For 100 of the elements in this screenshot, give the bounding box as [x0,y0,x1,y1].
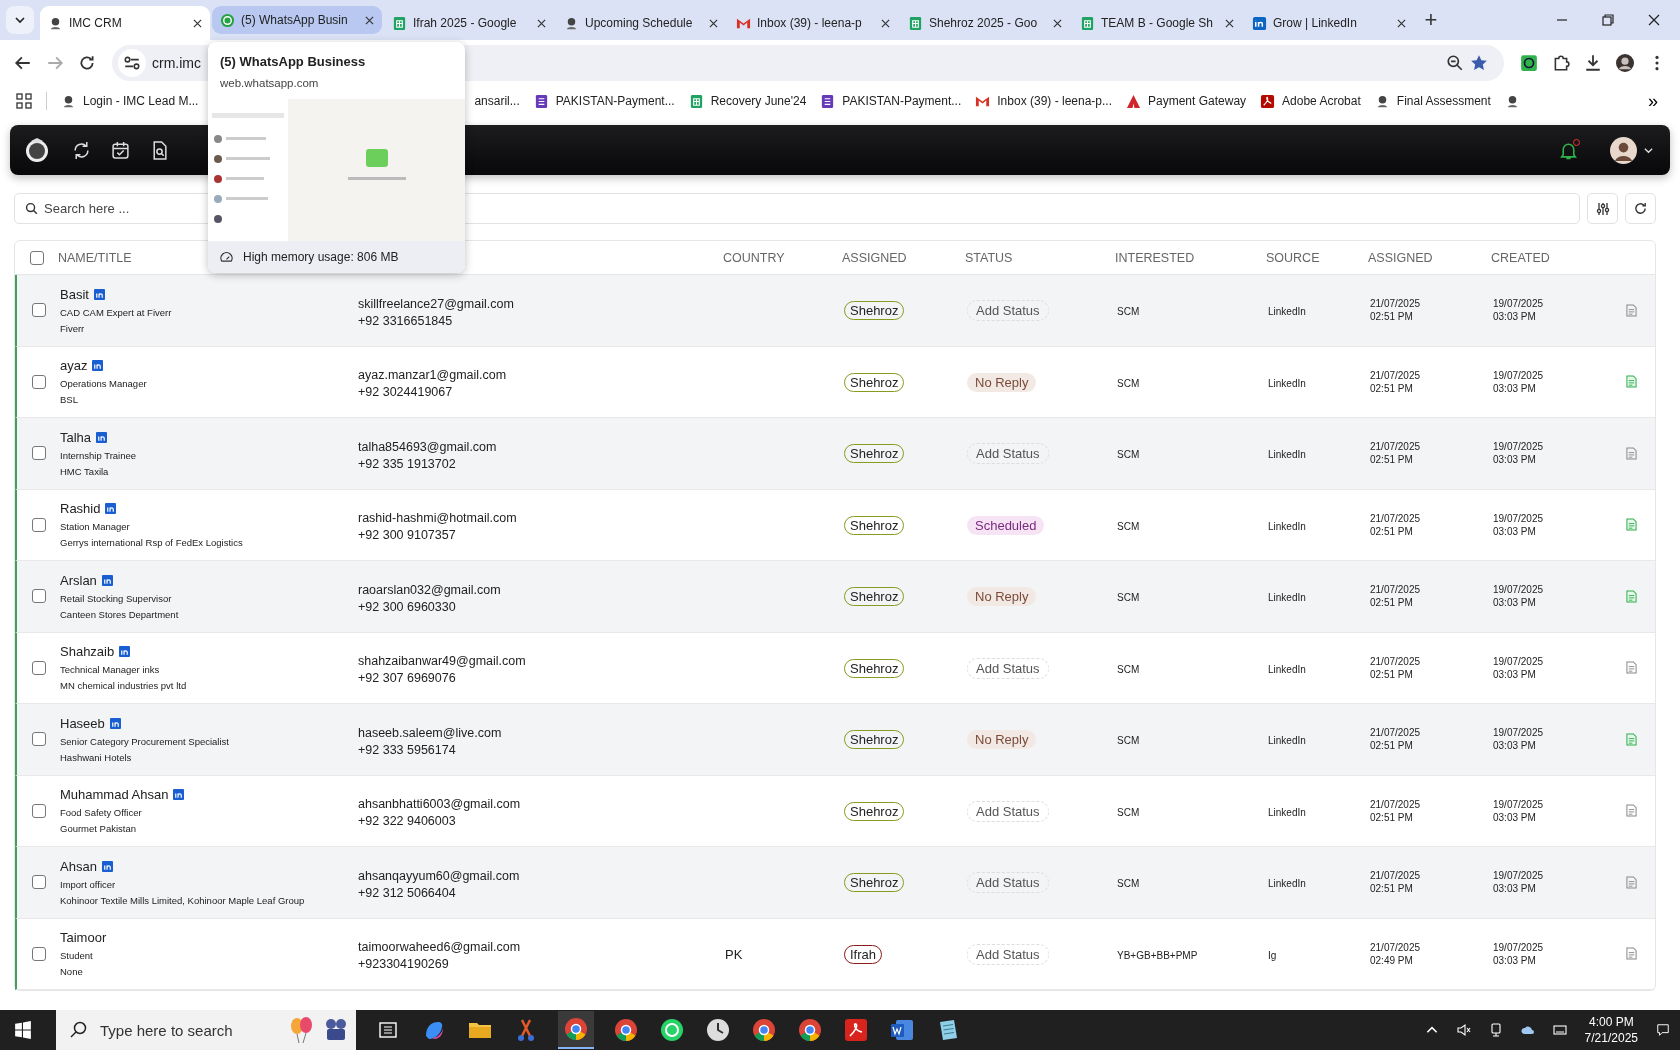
browser-tab[interactable]: Ifrah 2025 - Google [384,6,554,40]
calendar-icon[interactable] [111,140,130,160]
bookmark[interactable]: PAKISTAN-Payment... [533,93,675,109]
back-icon[interactable] [14,54,32,72]
notification-bell-icon[interactable] [1559,140,1578,160]
close-icon[interactable] [1648,14,1660,26]
row-checkbox[interactable] [31,589,46,604]
status-tag[interactable]: No Reply [967,730,1037,750]
status-tag[interactable]: No Reply [967,372,1037,392]
zoom-icon[interactable] [1446,54,1464,72]
download-icon[interactable] [1584,54,1602,72]
bookmark[interactable]: ansaril... [474,94,520,108]
row-checkbox[interactable] [31,732,46,747]
row-checkbox[interactable] [31,374,46,389]
lead-name[interactable]: Taimoor [60,930,107,946]
close-icon[interactable] [881,18,890,28]
filter-button[interactable] [1587,193,1618,224]
apps-icon[interactable] [16,93,32,109]
refresh-icon[interactable] [72,140,91,160]
taskbar-date[interactable]: 7/21/2025 [1584,1031,1638,1045]
lead-name[interactable]: ayaz [60,358,88,374]
row-checkbox[interactable] [31,303,46,318]
linkedin-icon[interactable] [93,288,105,300]
note-icon[interactable] [1626,303,1637,317]
device-icon[interactable] [1488,1023,1503,1037]
refresh-button[interactable] [1625,193,1656,224]
bookmark[interactable]: Final Assessment [1374,93,1491,109]
browser-tab[interactable]: (5) WhatsApp Busin [212,6,382,34]
linkedin-icon[interactable] [101,574,113,586]
browser-tab[interactable]: IMC CRM [40,6,210,40]
row-checkbox[interactable] [31,660,46,675]
browser-tab[interactable]: Grow | LinkedIn [1244,6,1414,40]
row-checkbox[interactable] [31,803,46,818]
close-icon[interactable] [537,18,546,28]
tab-search-button[interactable] [6,6,34,34]
lead-name[interactable]: Rashid [60,501,101,517]
select-all-checkbox[interactable] [29,250,44,265]
document-search-icon[interactable] [150,140,169,160]
close-icon[interactable] [1397,18,1406,28]
lead-name[interactable]: Shahzaib [60,644,115,660]
site-settings-icon[interactable] [118,49,146,77]
browser-tab[interactable]: TEAM B - Google Sh [1072,6,1242,40]
bookmark[interactable]: PAKISTAN-Payment... [820,93,962,109]
taskbar-search-field[interactable]: Type here to search [56,1010,356,1050]
taskbar-time[interactable]: 4:00 PM [1588,1015,1634,1029]
status-tag[interactable]: No Reply [967,587,1037,607]
note-icon[interactable] [1626,875,1637,889]
bookmark[interactable]: Payment Gateway [1126,93,1247,109]
bookmark[interactable]: Login - IMC Lead M... [61,93,199,109]
chrome-icon[interactable] [612,1016,640,1044]
close-icon[interactable] [365,15,374,25]
notification-icon[interactable] [1656,1023,1670,1037]
pdf-icon[interactable] [842,1016,870,1044]
whatsapp-icon[interactable] [658,1016,686,1044]
note-icon[interactable] [1626,947,1637,961]
row-checkbox[interactable] [31,875,46,890]
lead-name[interactable]: Ahsan [60,858,97,874]
bookmark[interactable]: Adobe Acrobat [1260,93,1361,109]
close-icon[interactable] [1225,18,1234,28]
user-avatar[interactable] [1610,136,1637,164]
row-checkbox[interactable] [31,517,46,532]
speaker-muted-icon[interactable] [1456,1023,1471,1037]
extension-icon[interactable] [1520,54,1538,72]
browser-tab[interactable]: Shehroz 2025 - Goo [900,6,1070,40]
close-icon[interactable] [709,18,718,28]
star-icon[interactable] [1470,54,1488,72]
lead-name[interactable]: Basit [60,286,89,302]
reload-icon[interactable] [78,54,96,72]
status-tag[interactable]: Scheduled [967,515,1045,535]
new-tab-button[interactable]: + [1416,6,1446,34]
linkedin-icon[interactable] [101,860,113,872]
note-icon[interactable] [1626,446,1637,460]
bookmark[interactable]: Recovery June'24 [688,93,807,109]
clock-icon[interactable] [704,1016,732,1044]
linkedin-icon[interactable] [96,431,108,443]
windows-start-icon[interactable] [14,1021,32,1039]
more-bookmarks-button[interactable]: » [1642,89,1664,113]
linkedin-icon[interactable] [92,360,104,372]
bookmark[interactable]: Inbox (39) - leena-p... [975,93,1112,109]
profile-avatar[interactable] [1616,54,1634,72]
note-icon[interactable] [1626,661,1637,675]
row-checkbox[interactable] [31,446,46,461]
puzzle-icon[interactable] [1552,54,1570,72]
restore-icon[interactable] [1602,14,1614,26]
row-checkbox[interactable] [31,946,46,961]
chrome-icon[interactable] [796,1016,824,1044]
close-icon[interactable] [193,18,202,28]
note-icon[interactable] [1626,804,1637,818]
linkedin-icon[interactable] [119,646,131,658]
browser-tab[interactable]: Inbox (39) - leena-p [728,6,898,40]
chrome-icon[interactable] [750,1016,778,1044]
lead-name[interactable]: Haseeb [60,715,105,731]
linkedin-icon[interactable] [105,503,117,515]
chrome-icon[interactable] [558,1011,594,1049]
linkedin-icon[interactable] [173,789,185,801]
lead-name[interactable]: Talha [60,429,92,445]
close-icon[interactable] [1053,18,1062,28]
lead-name[interactable]: Muhammad Ahsan [60,787,169,803]
keyboard-icon[interactable] [1552,1023,1567,1037]
browser-tab[interactable]: Upcoming Schedule [556,6,726,40]
